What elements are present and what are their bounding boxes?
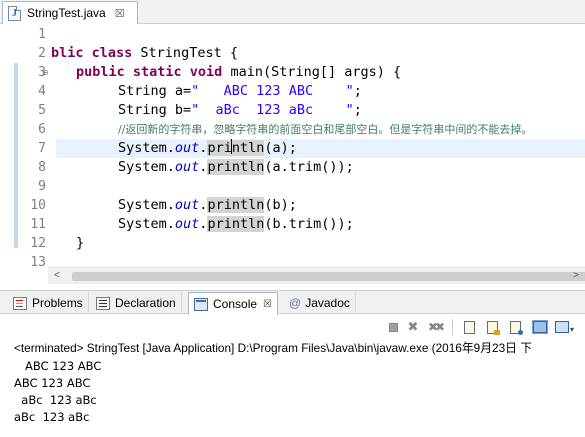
- close-icon[interactable]: ☒: [115, 7, 125, 20]
- editor-tab-stringtest[interactable]: J StringTest.java ☒: [2, 1, 138, 24]
- terminate-button[interactable]: [385, 319, 401, 335]
- code-editor[interactable]: 1 2 3 4 5 6 7 8 9 10 11 12 13 ⊖ blic cla…: [0, 25, 585, 284]
- remove-launch-button[interactable]: ✖: [405, 319, 421, 335]
- code-line-12: }: [76, 235, 85, 251]
- code-line-11: System.out.println(b.trim());: [118, 216, 354, 232]
- line-number: 12: [30, 236, 46, 251]
- stop-icon: [388, 322, 398, 332]
- code-line-3: public static void main(String[] args) {: [76, 64, 402, 80]
- close-icon[interactable]: ☒: [263, 299, 272, 310]
- clear-console-icon: [463, 320, 475, 334]
- declaration-icon: [96, 296, 110, 310]
- clear-console-button[interactable]: [461, 319, 477, 335]
- line-number: 11: [30, 217, 46, 232]
- console-output-line: aBc 123 aBc: [14, 393, 112, 407]
- display-selected-console-button[interactable]: [532, 319, 548, 335]
- scrollbar-thumb[interactable]: [72, 272, 585, 281]
- code-line-4: String a=" ABC 123 ABC ";: [118, 83, 362, 99]
- code-text-area[interactable]: blic class StringTest { public static vo…: [48, 25, 585, 267]
- view-tab-bar: Problems Declaration Console ☒ @ Javadoc: [0, 290, 585, 315]
- scroll-left-icon[interactable]: <: [54, 270, 60, 281]
- line-number: 3: [38, 65, 46, 80]
- line-number: 2: [38, 46, 46, 61]
- line-number: 1: [38, 27, 46, 42]
- editor-tab-bar: J StringTest.java ☒: [0, 0, 585, 24]
- line-number: 8: [38, 160, 46, 175]
- tab-problems-label: Problems: [32, 296, 83, 310]
- remove-all-terminated-button[interactable]: ✖✖: [427, 319, 445, 335]
- pin-icon: [509, 320, 523, 335]
- console-process-status: <terminated> StringTest [Java Applicatio…: [14, 341, 533, 355]
- tab-javadoc-label: Javadoc: [305, 296, 350, 310]
- code-line-5: String b=" aBc 123 aBc ";: [118, 102, 362, 118]
- editor-tab-label: StringTest.java: [27, 6, 106, 20]
- code-line-7: System.out.println(a);: [118, 139, 297, 156]
- console-output-line: aBc 123 aBc: [14, 410, 90, 424]
- code-line-6-comment: //返回新的字符串，忽略字符串的前面空白和尾部空白。但是字符串中间的不能去掉。: [118, 123, 533, 136]
- open-console-icon: [555, 321, 569, 333]
- problems-icon: [13, 296, 27, 310]
- console-output-line: ABC 123 ABC: [14, 359, 117, 373]
- open-console-button[interactable]: [554, 319, 570, 335]
- scroll-lock-icon: [486, 320, 500, 335]
- scroll-right-icon[interactable]: >: [573, 270, 579, 281]
- tab-javadoc[interactable]: @ Javadoc: [284, 292, 356, 314]
- line-number: 5: [38, 103, 46, 118]
- code-line-10: System.out.println(b);: [118, 197, 297, 213]
- line-number: 6: [38, 122, 46, 137]
- console-output-line: ABC 123 ABC: [14, 376, 91, 390]
- tab-declaration-label: Declaration: [115, 296, 176, 310]
- line-number: 13: [30, 255, 46, 270]
- tab-console[interactable]: Console ☒: [188, 292, 278, 315]
- code-line-8: System.out.println(a.trim());: [118, 159, 354, 175]
- editor-horizontal-scrollbar[interactable]: < >: [48, 267, 585, 284]
- tab-console-label: Console: [213, 297, 258, 311]
- toolbar-separator: [452, 319, 453, 335]
- code-line-2: blic class StringTest {: [51, 45, 238, 61]
- pin-console-button[interactable]: [507, 319, 523, 335]
- display-console-icon: [532, 320, 548, 334]
- line-number: 10: [30, 198, 46, 213]
- line-number-gutter: 1 2 3 4 5 6 7 8 9 10 11 12 13 ⊖: [0, 25, 49, 270]
- chevron-down-icon[interactable]: ▾: [570, 325, 574, 334]
- tab-declaration[interactable]: Declaration: [91, 292, 182, 314]
- console-toolbar: ✖ ✖✖ ▾: [0, 315, 585, 339]
- line-number: 9: [38, 179, 46, 194]
- scroll-lock-button[interactable]: [484, 319, 500, 335]
- java-file-icon: J: [8, 5, 21, 21]
- line-number: 7: [38, 141, 46, 156]
- tab-problems[interactable]: Problems: [8, 292, 89, 314]
- line-number: 4: [38, 84, 46, 99]
- console-icon: [194, 297, 208, 311]
- javadoc-at-icon: @: [289, 296, 302, 310]
